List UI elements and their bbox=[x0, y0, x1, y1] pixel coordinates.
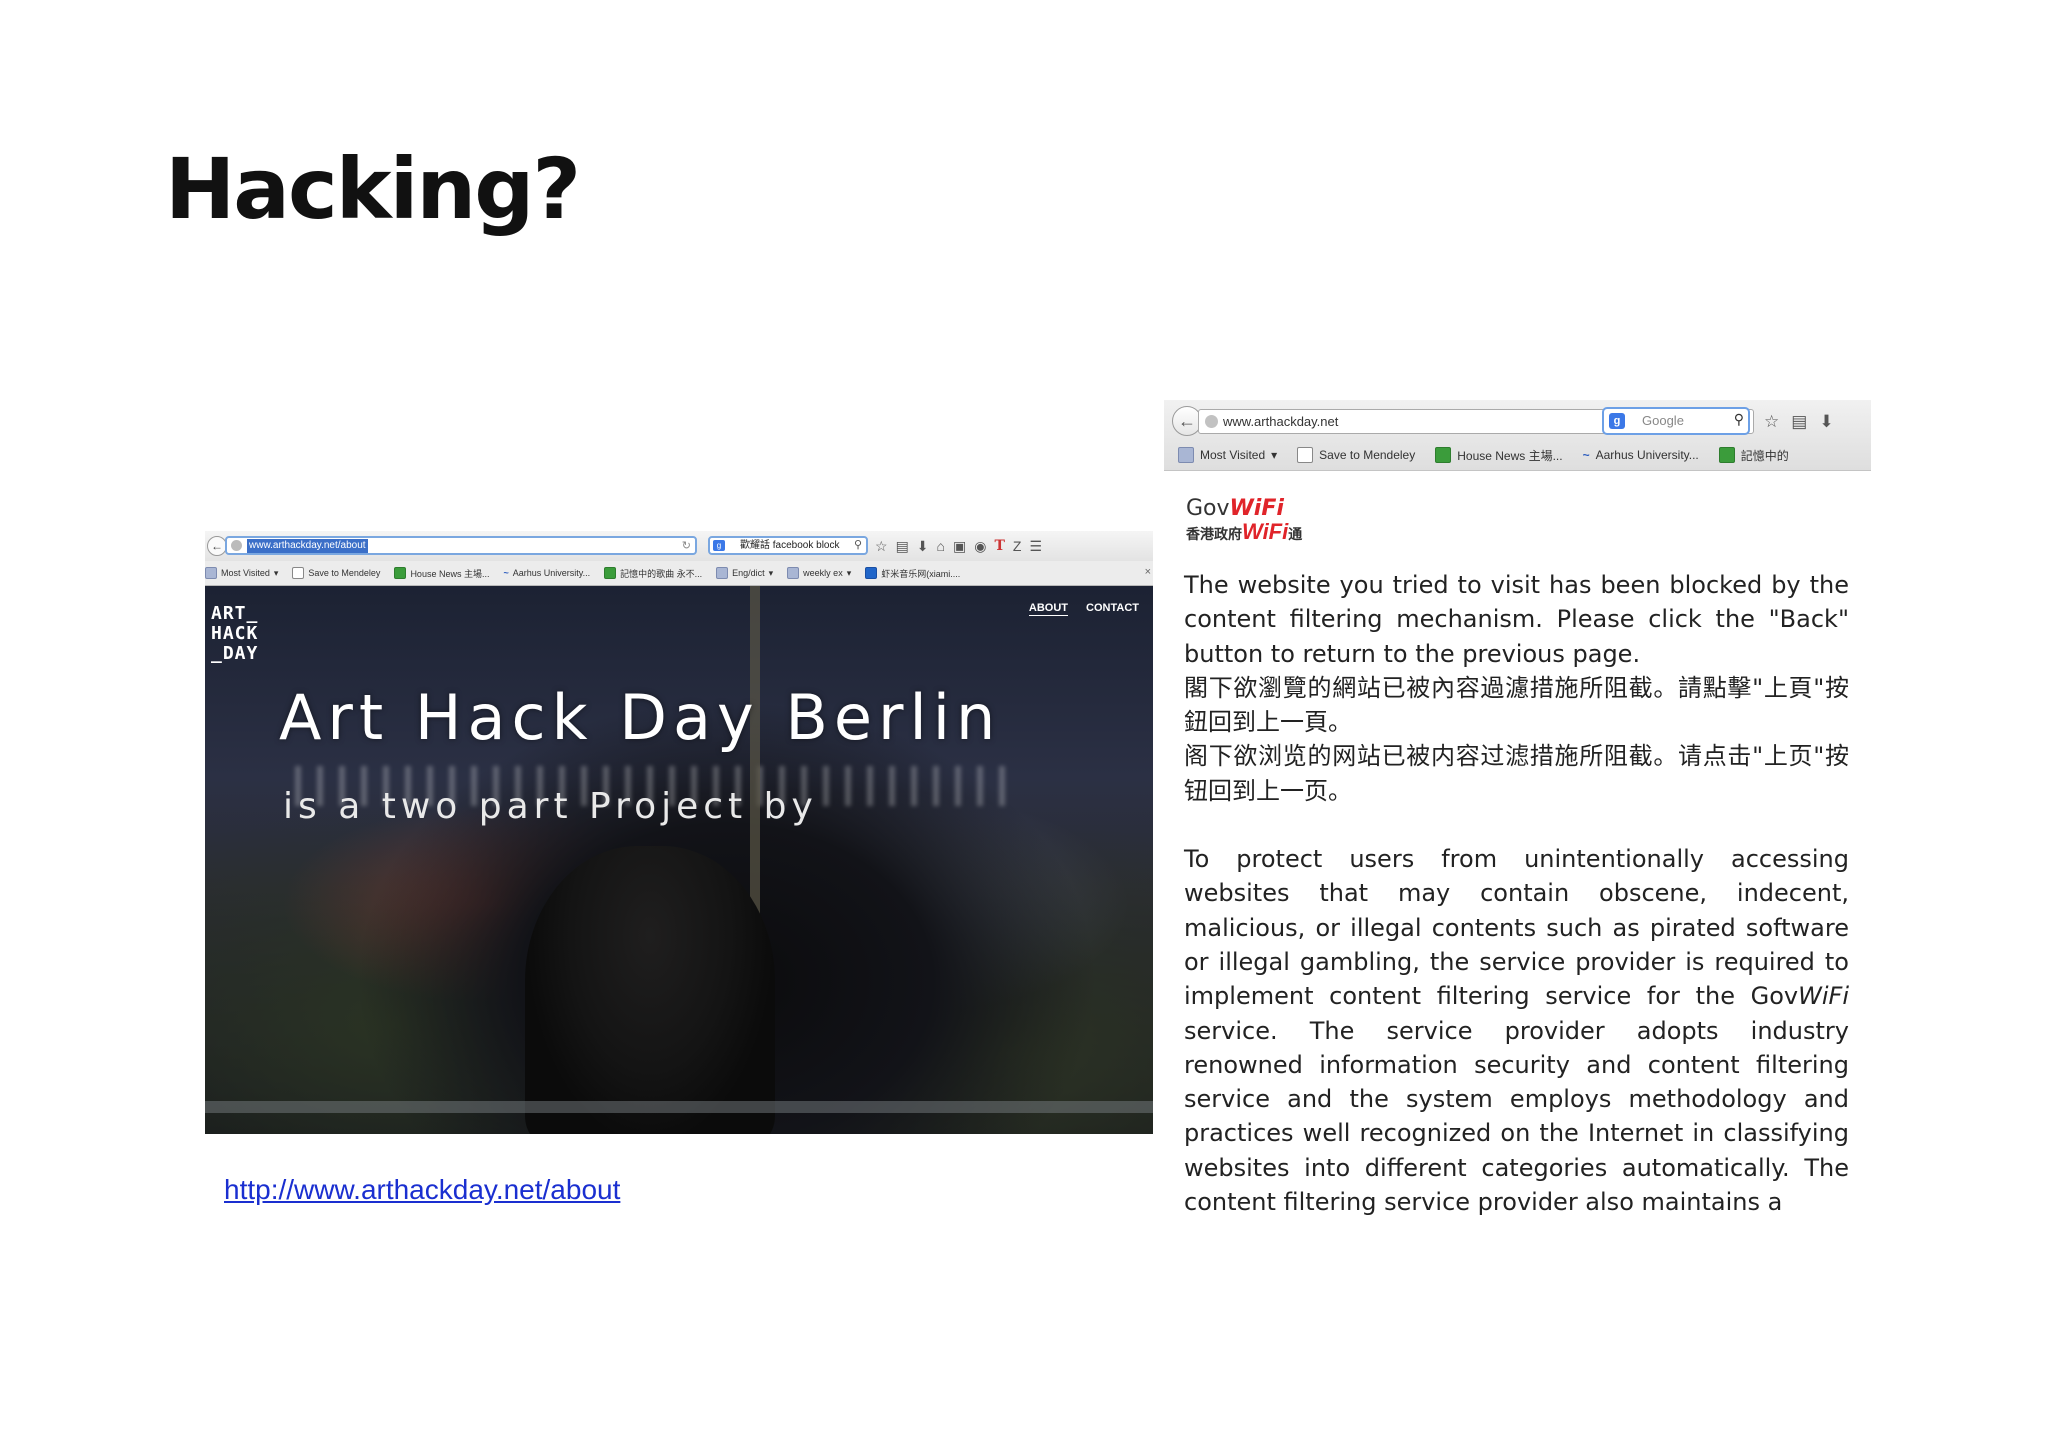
slide-title: Hacking? bbox=[165, 140, 581, 238]
globe-icon bbox=[1205, 415, 1218, 428]
address-text: www.arthackday.net bbox=[1223, 414, 1339, 429]
toolbar-icons: ☆ ▤ ⬇ bbox=[1764, 412, 1834, 432]
bookmark-item[interactable]: 虾米音乐网(xiami.... bbox=[865, 567, 960, 580]
hero-title: Art Hack Day Berlin bbox=[279, 681, 1002, 754]
screenshot-icon[interactable]: ▣ bbox=[953, 538, 966, 555]
address-bar[interactable]: www.arthackday.net/about ↻ bbox=[225, 536, 697, 555]
art-hack-day-logo[interactable]: ART_ HACK _DAY bbox=[211, 604, 258, 664]
xiami-icon bbox=[865, 567, 878, 579]
download-icon[interactable]: ⬇ bbox=[1819, 412, 1833, 432]
bookmark-item[interactable]: ~ Aarhus University... bbox=[1583, 448, 1699, 462]
bookmark-item[interactable]: 記憶中的歌曲 永不... bbox=[604, 567, 702, 580]
google-icon[interactable]: g bbox=[1609, 413, 1625, 429]
back-arrow-icon[interactable]: ← bbox=[207, 536, 227, 556]
folder-icon bbox=[1178, 447, 1194, 463]
bookmark-item[interactable]: ~ Aarhus University... bbox=[503, 568, 590, 578]
about-link[interactable]: http://www.arthackday.net/about bbox=[224, 1174, 620, 1206]
zotero-icon[interactable]: Z bbox=[1013, 538, 1022, 554]
house-news-icon bbox=[394, 567, 407, 579]
aarhus-icon: ~ bbox=[1582, 448, 1590, 462]
govwifi-logo: GovWiFi 香港政府WiFi通 bbox=[1186, 496, 1303, 544]
govwifi-blocked-screenshot: ← www.arthackday.net ▿ ↻ g Google ⚲ ☆ ▤ … bbox=[1164, 400, 1871, 1220]
house-news-icon bbox=[1435, 447, 1452, 463]
browser-chrome: ← www.arthackday.net/about ↻ g 歡耀話 faceb… bbox=[205, 531, 1153, 586]
hero-section: ART_ HACK _DAY ABOUT CONTACT Art Hack Da… bbox=[205, 586, 1153, 1134]
translate-icon[interactable]: T bbox=[994, 538, 1004, 554]
music-icon bbox=[604, 567, 617, 579]
nav-about[interactable]: ABOUT bbox=[1028, 602, 1069, 616]
extension-icon[interactable]: ◉ bbox=[974, 538, 986, 555]
folder-icon bbox=[205, 567, 217, 579]
home-icon[interactable]: ⌂ bbox=[937, 538, 945, 554]
reading-list-icon[interactable]: ▤ bbox=[896, 538, 909, 555]
address-text: www.arthackday.net/about bbox=[247, 539, 368, 553]
magnifier-icon[interactable]: ⚲ bbox=[854, 538, 862, 551]
bookmark-item[interactable]: 記憶中的 bbox=[1718, 447, 1789, 464]
search-box[interactable]: g Google ⚲ bbox=[1602, 407, 1750, 435]
page-icon bbox=[1297, 447, 1314, 463]
page-icon bbox=[292, 567, 305, 579]
bookmark-item[interactable]: Most Visited ▾ bbox=[205, 567, 278, 579]
bookmark-item[interactable]: House News 主場... bbox=[1435, 447, 1563, 464]
bookmark-item[interactable]: weekly ex ▾ bbox=[787, 567, 851, 579]
bookmark-item[interactable]: Save to Mendeley bbox=[1297, 447, 1415, 463]
art-hack-day-screenshot: ← www.arthackday.net/about ↻ g 歡耀話 faceb… bbox=[205, 531, 1153, 1134]
notice-policy-paragraph: To protect users from unintentionally ac… bbox=[1184, 845, 1849, 1217]
railing bbox=[205, 1101, 1153, 1113]
folder-icon bbox=[787, 567, 800, 579]
nav-contact[interactable]: CONTACT bbox=[1086, 602, 1139, 616]
bookmark-item[interactable]: Save to Mendeley bbox=[292, 567, 380, 579]
music-icon bbox=[1718, 447, 1735, 463]
bookmarks-bar: Most Visited ▾ Save to Mendeley House Ne… bbox=[1164, 442, 1871, 468]
star-icon[interactable]: ☆ bbox=[875, 538, 888, 555]
browser-chrome: ← www.arthackday.net ▿ ↻ g Google ⚲ ☆ ▤ … bbox=[1164, 400, 1871, 471]
person-silhouette bbox=[525, 846, 775, 1134]
notice-traditional-chinese: 閣下欲瀏覽的網站已被內容過濾措施所阻截。請點擊"上頁"按鈕回到上一頁。 bbox=[1184, 673, 1849, 737]
bookmark-item[interactable]: Most Visited ▾ bbox=[1178, 447, 1277, 463]
reading-list-icon[interactable]: ▤ bbox=[1791, 412, 1807, 432]
star-icon[interactable]: ☆ bbox=[1764, 412, 1779, 432]
notice-simplified-chinese: 阁下欲浏览的网站已被内容过滤措施所阻截。请点击"上页"按钮回到上一页。 bbox=[1184, 742, 1849, 805]
search-engine-icon[interactable]: g bbox=[713, 540, 725, 551]
search-text: 歡耀話 facebook block bbox=[740, 540, 840, 551]
bookmark-item[interactable]: House News 主場... bbox=[394, 567, 489, 580]
reload-icon[interactable]: ↻ bbox=[682, 539, 691, 553]
menu-icon[interactable]: ☰ bbox=[1029, 538, 1042, 555]
toolbar-icons: ☆ ▤ ⬇ ⌂ ▣ ◉ T Z ☰ bbox=[875, 536, 1042, 556]
bookmarks-bar: Most Visited ▾ Save to Mendeley House Ne… bbox=[205, 562, 1153, 584]
close-icon[interactable]: × bbox=[1145, 566, 1151, 578]
folder-icon bbox=[716, 567, 729, 579]
search-placeholder: Google bbox=[1642, 413, 1684, 428]
site-nav: ABOUT CONTACT bbox=[1028, 602, 1139, 616]
magnifier-icon[interactable]: ⚲ bbox=[1734, 411, 1744, 428]
download-icon[interactable]: ⬇ bbox=[917, 538, 929, 555]
globe-icon bbox=[231, 540, 242, 551]
nav-bar: ← www.arthackday.net/about ↻ g 歡耀話 faceb… bbox=[205, 531, 1153, 561]
hero-subtitle: is a two part Project by bbox=[283, 786, 818, 827]
aarhus-icon: ~ bbox=[503, 568, 509, 578]
blocked-notice: The website you tried to visit has been … bbox=[1184, 568, 1849, 1219]
notice-english: The website you tried to visit has been … bbox=[1184, 571, 1849, 668]
search-box[interactable]: g 歡耀話 facebook block ⚲ bbox=[708, 536, 868, 555]
bookmark-item[interactable]: Eng/dict ▾ bbox=[716, 567, 773, 579]
